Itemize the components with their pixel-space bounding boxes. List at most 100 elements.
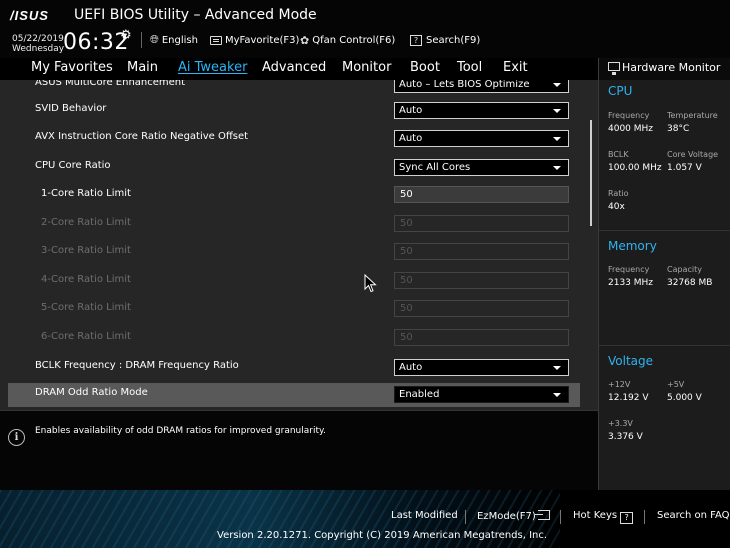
help-bar: i Enables availability of odd DRAM ratio… [0,410,598,490]
cpu-temperature-label: Temperature [667,111,718,120]
hardware-monitor-title: Hardware Monitor [622,61,721,74]
setting-row-1-core-ratio[interactable]: 1-Core Ratio Limit 50 [8,182,580,209]
memory-section-heading: Memory [608,239,657,253]
setting-label: ASUS MultiCore Enhancement [35,80,186,88]
setting-label: 5-Core Ratio Limit [41,302,131,313]
v12-label: +12V [608,380,631,389]
weekday-display: Wednesday [12,44,65,54]
bclk-dram-ratio-dropdown[interactable]: Auto [394,359,569,376]
voltage-section-heading: Voltage [608,354,654,368]
last-modified-button[interactable]: Last Modified [391,510,458,521]
version-copyright: Version 2.20.1271. Copyright (C) 2019 Am… [217,530,548,541]
dropdown-arrow-icon [553,366,561,370]
cpu-section-heading: CPU [608,84,633,98]
tab-advanced[interactable]: Advanced [262,60,326,75]
myfavorite-label: MyFavorite(F3) [225,34,300,46]
svid-behavior-dropdown[interactable]: Auto [394,102,569,119]
cpu-frequency-label: Frequency [608,111,650,120]
avx-offset-dropdown[interactable]: Auto [394,130,569,147]
tab-main[interactable]: Main [127,60,158,75]
ezmode-button[interactable]: EzMode(F7) [477,510,550,522]
dropdown-value: Auto [399,133,423,144]
bclk-label: BCLK [608,150,629,159]
settings-scrollbar[interactable] [590,120,592,226]
footer-divider [644,510,645,524]
settings-panel: ASUS MultiCore Enhancement Auto – Lets B… [0,80,598,410]
tab-boot[interactable]: Boot [410,60,440,75]
date-display: 05/22/2019 [12,34,64,44]
cpu-frequency-value: 4000 MHz [608,124,654,134]
mouse-pointer-icon [364,274,377,293]
setting-label: BCLK Frequency : DRAM Frequency Ratio [35,360,239,371]
setting-label: SVID Behavior [35,103,107,114]
footer-divider [560,510,561,524]
setting-row-4-core-ratio: 4-Core Ratio Limit 50 [8,268,580,295]
ratio-label: Ratio [608,189,629,198]
main-menu-tabs: My Favorites Main Ai Tweaker Advanced Mo… [0,58,598,80]
dropdown-arrow-icon [553,166,561,170]
hot-keys-button[interactable]: Hot Keys? [573,510,634,524]
setting-row-5-core-ratio: 5-Core Ratio Limit 50 [8,296,580,323]
hot-keys-label: Hot Keys [573,510,618,521]
fan-icon: ✿ [300,33,310,47]
multicore-enhancement-dropdown[interactable]: Auto – Lets BIOS Optimize [394,80,569,93]
v33-value: 3.376 V [608,432,643,442]
cpu-core-ratio-dropdown[interactable]: Sync All Cores [394,159,569,176]
setting-row-dram-odd-ratio[interactable]: DRAM Odd Ratio Mode Enabled [8,383,580,407]
search-label: Search(F9) [426,34,481,46]
dropdown-value: Sync All Cores [399,162,471,173]
app-title: UEFI BIOS Utility – Advanced Mode [74,7,317,23]
setting-row-bclk-dram-ratio[interactable]: BCLK Frequency : DRAM Frequency Ratio Au… [8,354,580,381]
search-question-icon: ? [410,34,422,46]
core-voltage-label: Core Voltage [667,150,719,159]
5-core-ratio-input: 50 [394,300,569,317]
setting-row-cpu-core-ratio[interactable]: CPU Core Ratio Sync All Cores [8,154,580,181]
clock-settings-gear-icon[interactable]: ⚙ [120,28,132,43]
tab-my-favorites[interactable]: My Favorites [31,60,113,75]
1-core-ratio-input[interactable]: 50 [394,186,569,203]
setting-row-6-core-ratio: 6-Core Ratio Limit 50 [8,325,580,352]
globe-icon: 🌐︎ [150,33,159,46]
v5-label: +5V [667,380,685,389]
footer-divider [465,510,466,524]
help-question-icon: ? [620,512,634,524]
favorite-list-icon [210,35,222,45]
footer-bar: Last Modified EzMode(F7) Hot Keys? Searc… [0,490,730,548]
language-button[interactable]: 🌐︎ English [150,32,198,48]
setting-label: 1-Core Ratio Limit [41,188,131,199]
dropdown-arrow-icon [553,83,561,87]
asus-logo: /ISUS [10,8,49,23]
dram-odd-ratio-dropdown[interactable]: Enabled [394,386,569,403]
setting-label: CPU Core Ratio [35,160,111,171]
memory-frequency-value: 2133 MHz [608,278,654,288]
language-label: English [161,34,198,46]
tab-monitor[interactable]: Monitor [342,60,391,75]
monitor-icon [608,62,620,75]
tab-tool[interactable]: Tool [457,60,482,75]
setting-label: 2-Core Ratio Limit [41,217,131,228]
setting-row-svid-behavior[interactable]: SVID Behavior Auto [8,97,580,124]
setting-row-avx-offset[interactable]: AVX Instruction Core Ratio Negative Offs… [8,125,580,152]
setting-label: 3-Core Ratio Limit [41,245,131,256]
dropdown-arrow-icon [553,137,561,141]
dropdown-arrow-icon [553,109,561,113]
dropdown-value: Auto – Lets BIOS Optimize [399,80,530,90]
search-on-faq-button[interactable]: Search on FAQ [657,510,730,521]
v33-label: +3.3V [608,419,633,428]
v12-value: 12.192 V [608,393,649,403]
ezmode-label: EzMode(F7) [477,511,536,522]
setting-label: AVX Instruction Core Ratio Negative Offs… [35,131,249,142]
exit-to-ezmode-icon [534,510,550,520]
tab-ai-tweaker[interactable]: Ai Tweaker [178,60,247,75]
myfavorite-button[interactable]: MyFavorite(F3) [210,32,299,48]
setting-label: DRAM Odd Ratio Mode [35,387,148,398]
v5-value: 5.000 V [667,393,702,403]
setting-row-multicore-enhancement[interactable]: ASUS MultiCore Enhancement Auto – Lets B… [8,80,580,98]
dropdown-value: Auto [399,362,423,373]
header-divider [141,32,142,48]
dropdown-value: Enabled [399,389,440,400]
tab-exit[interactable]: Exit [503,60,528,75]
qfan-control-button[interactable]: ✿ Qfan Control(F6) [300,32,395,48]
search-button[interactable]: ? Search(F9) [410,32,480,48]
bclk-value: 100.00 MHz [608,163,662,173]
